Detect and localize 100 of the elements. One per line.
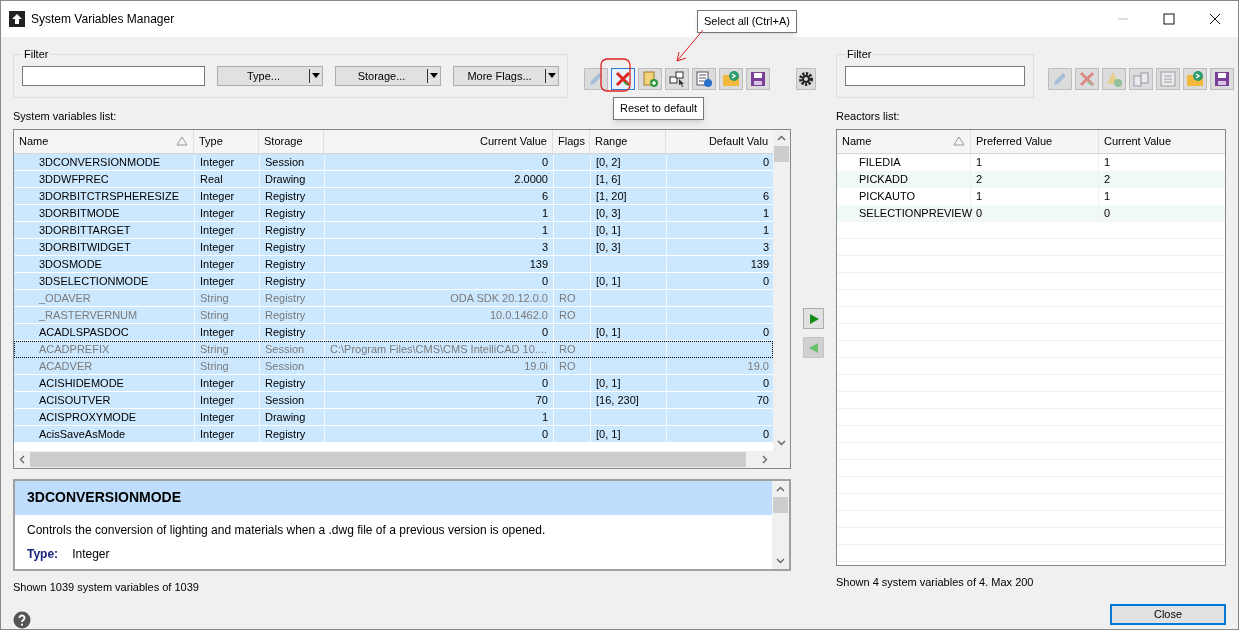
table-cell-text: 2 xyxy=(1104,171,1111,187)
column-header[interactable]: Range xyxy=(590,129,666,153)
table-cell-text: PICKAUTO xyxy=(859,188,916,204)
table-cell: Registry xyxy=(265,188,306,204)
table-cell: [16, 230] xyxy=(596,392,639,408)
scroll-thumb[interactable] xyxy=(774,145,789,162)
sort-arrow-icon xyxy=(176,136,188,146)
scroll-thumb[interactable] xyxy=(30,451,746,467)
table-cell: 1 xyxy=(541,222,548,238)
scroll-thumb[interactable] xyxy=(773,496,788,513)
table-cell: 1 xyxy=(762,222,769,238)
table-cell: Integer xyxy=(200,409,235,425)
toolbar-button[interactable] xyxy=(1210,68,1234,90)
settings-button[interactable] xyxy=(796,68,816,90)
toolbar-button[interactable] xyxy=(692,68,716,90)
toolbar-button[interactable] xyxy=(665,68,689,90)
filter-field[interactable] xyxy=(845,65,1025,86)
table-cell: Registry xyxy=(265,256,306,272)
table-cell: Real xyxy=(200,171,223,187)
table-cell: Registry xyxy=(265,273,306,289)
table-cell: String xyxy=(200,358,229,374)
table-cell: Session xyxy=(265,154,305,170)
table-cell: ACISPROXYMODE xyxy=(39,409,137,425)
remove-arrow-button[interactable] xyxy=(803,337,824,358)
table-cell: 0 xyxy=(541,426,548,442)
scroll-up-icon[interactable] xyxy=(776,485,785,492)
list-icon xyxy=(1159,70,1177,88)
table-cell: 0 xyxy=(762,324,769,340)
pencil-icon xyxy=(1051,70,1069,88)
table-cell: Registry xyxy=(265,426,306,442)
table-cell-text: FILEDIA xyxy=(859,154,901,170)
table-cell: Registry xyxy=(265,375,306,391)
folder-arrow-icon xyxy=(722,70,740,88)
column-header[interactable]: Current Value xyxy=(324,129,553,153)
table-cell-text: 1 xyxy=(1104,188,1111,204)
table-cell-text: 0 xyxy=(976,205,983,221)
table-cell: Session xyxy=(265,341,305,357)
table-cell: _RASTERVERNUM xyxy=(39,307,138,323)
filter-field[interactable] xyxy=(22,65,205,86)
description-text: Controls the conversion of lighting and materials when a .dwg file of a previous version is opened. xyxy=(26,521,547,539)
filter-dropdown[interactable]: Storage... xyxy=(335,65,441,86)
add-arrow-button[interactable] xyxy=(803,308,824,329)
table-cell: Session xyxy=(265,358,305,374)
scroll-down-icon[interactable] xyxy=(777,439,786,446)
column-header[interactable]: Preferred Value xyxy=(971,129,1099,153)
table-cell: 6 xyxy=(762,188,769,204)
column-header[interactable]: Current Value xyxy=(1099,129,1225,153)
filter-dropdown[interactable]: More Flags... xyxy=(453,65,559,86)
table-cell: 19.0i xyxy=(524,358,548,374)
vertical-scrollbar[interactable] xyxy=(772,480,789,569)
horizontal-scrollbar[interactable] xyxy=(14,450,790,468)
table-cell: Registry xyxy=(265,205,306,221)
toolbar-button[interactable] xyxy=(746,68,770,90)
scroll-up-icon[interactable] xyxy=(777,134,786,141)
column-header[interactable]: Type xyxy=(194,129,259,153)
scroll-down-icon[interactable] xyxy=(776,557,785,564)
window-title: System Variables Manager xyxy=(31,11,175,28)
sort-arrow-icon xyxy=(953,136,965,146)
scroll-left-icon[interactable] xyxy=(19,454,25,464)
toolbar-button[interactable] xyxy=(611,68,635,90)
help-icon[interactable] xyxy=(13,611,31,629)
table-cell: [0, 1] xyxy=(596,324,621,340)
table-cell: Integer xyxy=(200,375,235,391)
app-logo-icon xyxy=(9,11,25,27)
table-cell-text: 1 xyxy=(976,188,983,204)
vertical-scrollbar[interactable] xyxy=(773,129,790,451)
column-header[interactable]: Storage xyxy=(259,129,324,153)
scroll-right-icon[interactable] xyxy=(762,454,768,464)
folder-arrow-icon xyxy=(1186,70,1204,88)
table-cell: 1 xyxy=(541,409,548,425)
table-cell: String xyxy=(200,290,229,306)
filter-dropdown[interactable]: Type... xyxy=(217,65,323,86)
dropdown-caret-icon xyxy=(546,71,558,80)
column-header[interactable]: Name xyxy=(837,129,971,153)
table-cell: [1, 6] xyxy=(596,171,621,187)
table-cell: 1 xyxy=(762,205,769,221)
table-cell-text: PICKADD xyxy=(859,171,908,187)
table-cell: Registry xyxy=(265,324,306,340)
table-cell: String xyxy=(200,341,229,357)
dropdown-caret-icon xyxy=(428,71,440,80)
table-cell: 0 xyxy=(541,375,548,391)
table-cell: 3DDWFPREC xyxy=(39,171,109,187)
column-header[interactable]: Name xyxy=(14,129,194,153)
table-cell-text: 1 xyxy=(1104,154,1111,170)
table-cell: 0 xyxy=(762,154,769,170)
column-header[interactable]: Flags xyxy=(553,129,590,153)
close-button[interactable]: Close xyxy=(1110,604,1226,625)
settings-icon xyxy=(797,70,815,88)
copy-icon xyxy=(1132,70,1150,88)
table-cell-text: 1 xyxy=(976,154,983,170)
annotation-arrow xyxy=(675,29,705,63)
list-info-icon xyxy=(695,70,713,88)
table-cell: 19.0 xyxy=(747,358,769,374)
table-cell: [0, 1] xyxy=(596,222,621,238)
table-cell: Drawing xyxy=(265,409,306,425)
table-cell: _ODAVER xyxy=(39,290,91,306)
table-cell-text: SELECTIONPREVIEW xyxy=(859,205,973,221)
table-cell: 3 xyxy=(762,239,769,255)
table-cell: [0, 3] xyxy=(596,239,621,255)
table-cell: 0 xyxy=(762,375,769,391)
